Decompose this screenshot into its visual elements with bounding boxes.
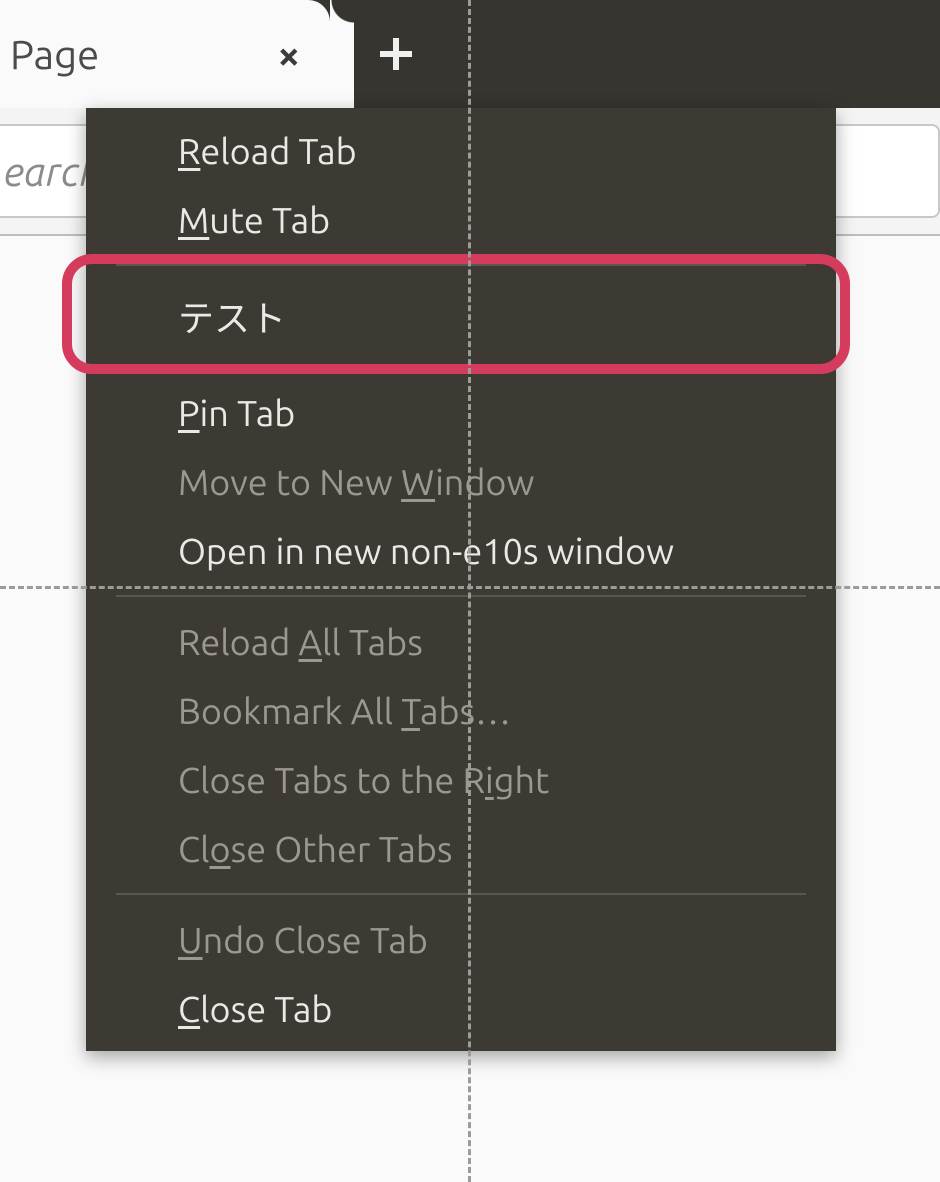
plus-icon [378,36,414,72]
menu-item: Move to New Window [86,447,836,516]
menu-item: Reload All Tabs [86,607,836,676]
menu-item: Undo Close Tab [86,905,836,974]
menu-item: Bookmark All Tabs… [86,676,836,745]
menu-separator [116,595,806,597]
menu-item[interactable]: テスト [86,276,836,356]
tab-strip: Page × [0,0,940,108]
menu-separator [116,264,806,266]
menu-item[interactable]: Pin Tab [86,378,836,447]
menu-item[interactable]: Close Tab [86,974,836,1043]
tab-title: Page [10,32,267,77]
menu-item[interactable]: Open in new non-e10s window [86,516,836,585]
menu-item[interactable]: Reload Tab [86,116,836,185]
menu-item: Close Tabs to the Right [86,745,836,814]
tab-context-menu: Reload TabMute Tab テスト Pin TabMove to New … [86,108,836,1051]
menu-separator [116,893,806,895]
new-tab-button[interactable] [356,0,436,108]
menu-item[interactable]: Mute Tab [86,185,836,254]
active-tab[interactable]: Page × [0,0,330,108]
menu-item: Close Other Tabs [86,814,836,883]
close-icon[interactable]: × [267,26,310,83]
menu-separator [116,366,806,368]
